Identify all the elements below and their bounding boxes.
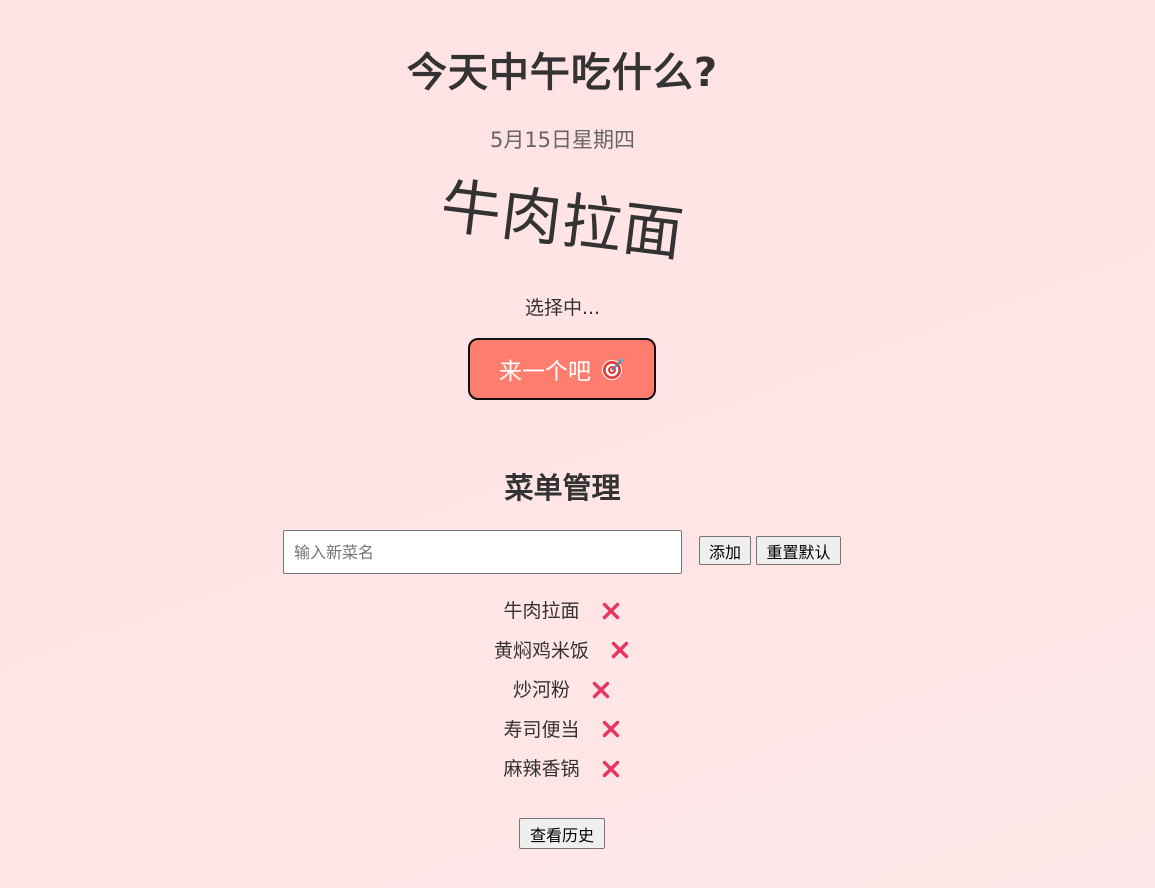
menu-item-label: 牛肉拉面	[503, 600, 580, 623]
pick-dish-button[interactable]: 来一个吧	[468, 338, 656, 400]
dart-target-icon	[601, 357, 625, 381]
menu-item: 麻辣香锅	[0, 748, 1125, 788]
delete-dish-button[interactable]	[609, 639, 631, 661]
menu-management-title: 菜单管理	[504, 471, 621, 505]
current-dish-display: 牛肉拉面	[0, 171, 1125, 270]
add-dish-button[interactable]: 添加	[699, 536, 751, 565]
pick-dish-button-label: 来一个吧	[499, 359, 591, 385]
menu-item: 牛肉拉面	[0, 590, 1125, 630]
date-label: 5月15日星期四	[489, 128, 636, 152]
delete-dish-button[interactable]	[600, 718, 622, 740]
reset-default-button[interactable]: 重置默认	[756, 536, 841, 565]
menu-item-label: 麻辣香锅	[503, 758, 580, 781]
view-history-button[interactable]: 查看历史	[519, 818, 605, 849]
menu-item-label: 寿司便当	[503, 718, 580, 741]
menu-item: 炒河粉	[0, 669, 1125, 709]
page-title: 今天中午吃什么?	[406, 50, 719, 96]
close-icon	[611, 642, 629, 659]
picker-status: 选择中...	[524, 297, 601, 319]
menu-item-label: 黄焖鸡米饭	[493, 639, 589, 662]
close-icon	[602, 721, 619, 738]
menu-item: 寿司便当	[0, 709, 1125, 749]
menu-item-label: 炒河粉	[512, 679, 570, 702]
close-icon	[592, 681, 610, 698]
menu-item: 黄焖鸡米饭	[0, 630, 1125, 670]
current-dish-name: 牛肉拉面	[436, 171, 688, 271]
delete-dish-button[interactable]	[600, 758, 622, 780]
close-icon	[602, 760, 619, 777]
page: 今天中午吃什么? 5月15日星期四 牛肉拉面 选择中... 来一个吧 菜单管理 …	[0, 0, 1155, 888]
menu-list: 牛肉拉面 黄焖鸡米饭 炒河粉 寿司便当 麻辣香锅	[0, 590, 1125, 788]
delete-dish-button[interactable]	[600, 600, 622, 622]
close-icon	[602, 602, 619, 619]
new-dish-input[interactable]	[283, 530, 682, 574]
delete-dish-button[interactable]	[590, 679, 612, 701]
